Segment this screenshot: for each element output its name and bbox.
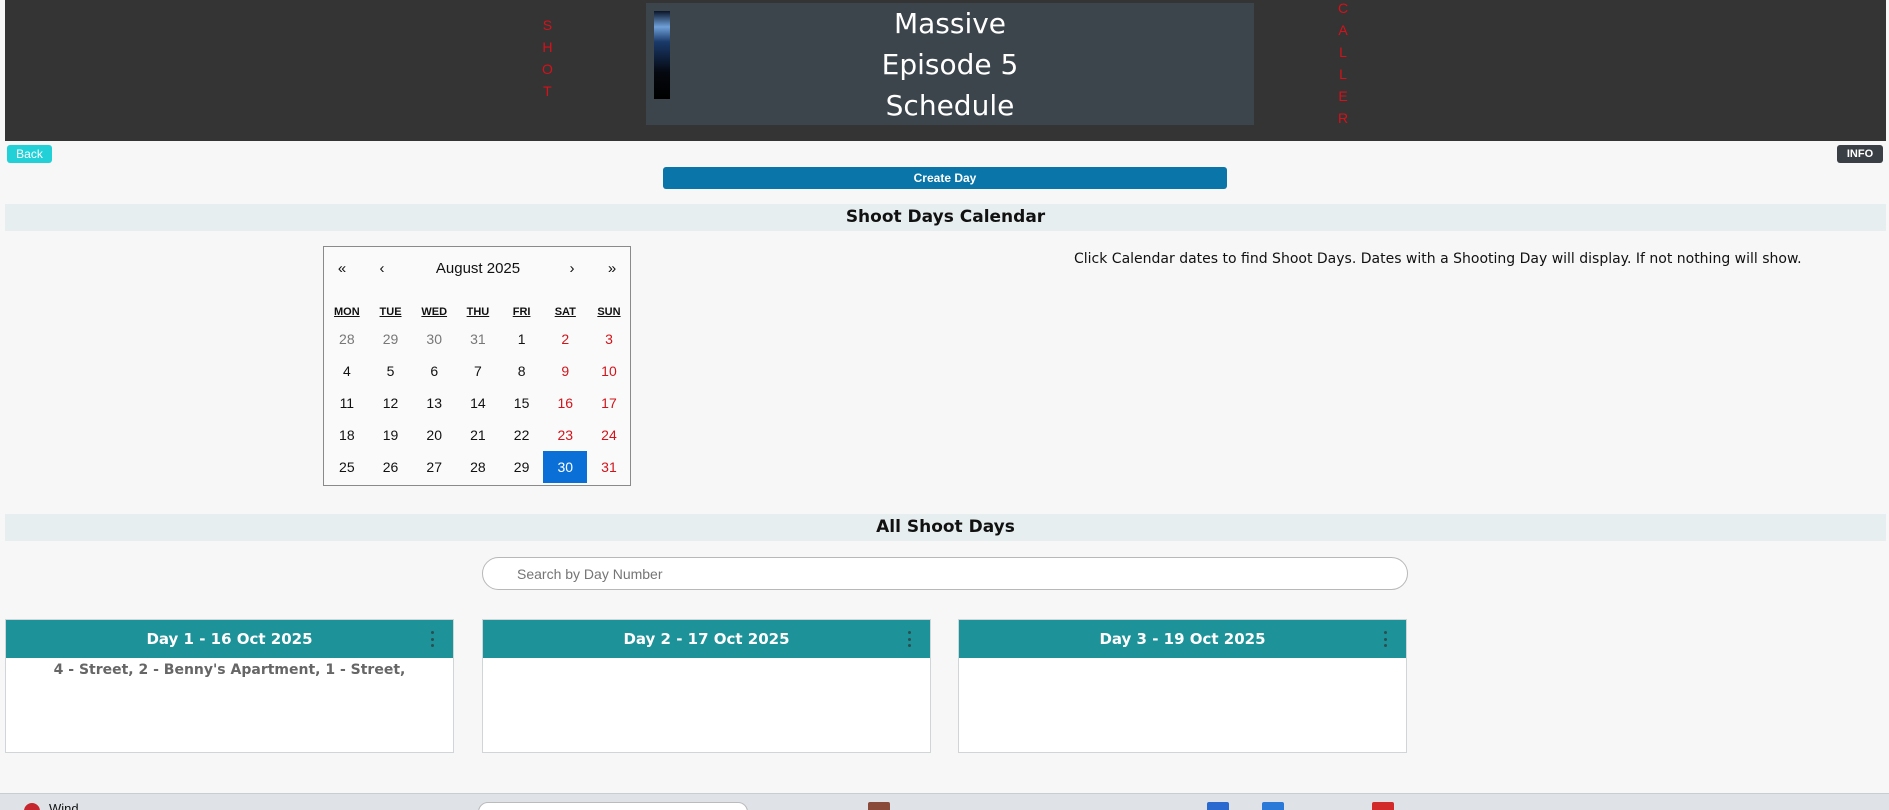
calendar-day[interactable]: 10	[587, 355, 631, 387]
taskbar-app-icon[interactable]	[1207, 802, 1229, 810]
caller-vertical-text: C A L L E R	[1338, 0, 1349, 129]
calendar-day[interactable]: 16	[543, 387, 587, 419]
create-day-button[interactable]: Create Day	[663, 167, 1227, 189]
shoot-day-title: Day 1 - 16 Oct 2025	[146, 630, 313, 648]
title-line-show: Massive	[893, 7, 1007, 40]
shoot-day-card[interactable]: Day 2 - 17 Oct 2025	[482, 619, 931, 753]
caller-letter: A	[1338, 22, 1349, 38]
calendar-day[interactable]: 15	[500, 387, 544, 419]
calendar-day[interactable]: 26	[369, 451, 413, 483]
shoot-day-card[interactable]: Day 3 - 19 Oct 2025	[958, 619, 1407, 753]
weekday-header: SAT	[554, 306, 576, 318]
back-button[interactable]: Back	[7, 145, 52, 163]
title-line-schedule: Schedule	[885, 89, 1015, 122]
next-month-button[interactable]: ›	[564, 259, 580, 279]
shoot-day-header: Day 1 - 16 Oct 2025	[6, 620, 453, 658]
calendar-day[interactable]: 17	[587, 387, 631, 419]
shoot-day-scenes	[483, 658, 930, 662]
more-options-icon[interactable]	[1384, 631, 1388, 647]
prev-year-button[interactable]: «	[334, 259, 350, 279]
os-taskbar: Wind	[0, 793, 1889, 810]
calendar-day[interactable]: 31	[587, 451, 631, 483]
calendar-day[interactable]: 27	[412, 451, 456, 483]
calendar-day[interactable]: 13	[412, 387, 456, 419]
caller-letter: E	[1338, 88, 1349, 104]
app-header: S H O T Massive Episode 5 Schedule C A L…	[5, 0, 1886, 141]
shoot-day-title: Day 3 - 19 Oct 2025	[1099, 630, 1266, 648]
info-button[interactable]: INFO	[1837, 145, 1883, 163]
shoot-day-scenes	[959, 658, 1406, 662]
calendar-day[interactable]: 1	[500, 323, 544, 355]
calendar-section-title: Shoot Days Calendar	[5, 204, 1886, 231]
month-label[interactable]: August 2025	[428, 259, 528, 279]
shot-letter: S	[542, 17, 554, 33]
calendar-day[interactable]: 20	[412, 419, 456, 451]
shot-letter: T	[543, 83, 553, 99]
weekday-header: SUN	[597, 306, 621, 318]
calendar-day[interactable]: 30	[412, 323, 456, 355]
calendar-day[interactable]: 14	[456, 387, 500, 419]
taskbar-label[interactable]: Wind	[49, 801, 79, 810]
calendar-day[interactable]: 30	[543, 451, 588, 483]
calendar-day[interactable]: 22	[500, 419, 544, 451]
calendar-day[interactable]: 7	[456, 355, 500, 387]
taskbar-app-icon[interactable]	[1262, 802, 1284, 810]
calendar-day[interactable]: 23	[543, 419, 587, 451]
calendar-day[interactable]: 2	[543, 323, 587, 355]
page-title: Massive Episode 5 Schedule	[646, 3, 1254, 126]
taskbar-search[interactable]	[478, 802, 748, 810]
calendar-day[interactable]: 9	[543, 355, 587, 387]
calendar-day[interactable]: 6	[412, 355, 456, 387]
start-icon[interactable]	[24, 803, 40, 810]
calendar-day[interactable]: 4	[325, 355, 369, 387]
calendar-day[interactable]: 24	[587, 419, 631, 451]
shot-letter: O	[542, 61, 554, 77]
shoot-day-header: Day 3 - 19 Oct 2025	[959, 620, 1406, 658]
weekday-header: MON	[334, 306, 360, 318]
calendar-day[interactable]: 29	[369, 323, 413, 355]
caller-letter: C	[1338, 0, 1350, 16]
caller-letter: R	[1338, 110, 1350, 126]
calendar-day[interactable]: 25	[325, 451, 369, 483]
calendar-day[interactable]: 21	[456, 419, 500, 451]
weekday-header: WED	[421, 306, 448, 318]
calendar-day[interactable]: 18	[325, 419, 369, 451]
calendar-day[interactable]: 29	[500, 451, 544, 483]
title-panel: Massive Episode 5 Schedule	[646, 3, 1254, 125]
more-options-icon[interactable]	[908, 631, 912, 647]
taskbar-app-icon[interactable]	[1372, 802, 1394, 810]
weekday-header: THU	[466, 306, 490, 318]
weekday-header: FRI	[512, 306, 531, 318]
calendar-day[interactable]: 8	[500, 355, 544, 387]
calendar-day[interactable]: 28	[325, 323, 369, 355]
calendar-grid: MON TUE WED THU FRI SAT SUN 28 29 30 31 1 2 3 4 5 6 7 8 9 10…	[325, 301, 631, 483]
calendar-day[interactable]: 5	[369, 355, 413, 387]
shoot-days-calendar: « ‹ August 2025 › » MON TUE WED THU FRI SAT SU…	[323, 246, 631, 486]
calendar-day[interactable]: 28	[456, 451, 500, 483]
day-search-input[interactable]	[482, 557, 1408, 590]
title-line-episode: Episode 5	[881, 48, 1019, 81]
calendar-help-text: Click Calendar dates to find Shoot Days.…	[1074, 251, 1802, 267]
caller-letter: L	[1339, 44, 1348, 60]
more-options-icon[interactable]	[431, 631, 435, 647]
taskbar-app-icon[interactable]	[868, 802, 890, 810]
prev-month-button[interactable]: ‹	[374, 259, 390, 279]
weekday-header: TUE	[379, 306, 402, 318]
caller-letter: L	[1339, 66, 1348, 82]
calendar-day[interactable]: 11	[325, 387, 369, 419]
shoot-day-scenes: 4 - Street, 2 - Benny's Apartment, 1 - S…	[53, 662, 406, 678]
calendar-day[interactable]: 31	[456, 323, 500, 355]
shoot-day-card[interactable]: Day 1 - 16 Oct 2025 4 - Street, 2 - Benn…	[5, 619, 454, 753]
calendar-day[interactable]: 19	[369, 419, 413, 451]
calendar-day[interactable]: 12	[369, 387, 413, 419]
all-shoot-days-title: All Shoot Days	[5, 514, 1886, 541]
calendar-day[interactable]: 3	[587, 323, 631, 355]
shoot-day-title: Day 2 - 17 Oct 2025	[623, 630, 790, 648]
shot-vertical-text: S H O T	[542, 14, 554, 102]
shoot-day-header: Day 2 - 17 Oct 2025	[483, 620, 930, 658]
next-year-button[interactable]: »	[604, 259, 620, 279]
shot-letter: H	[542, 39, 554, 55]
